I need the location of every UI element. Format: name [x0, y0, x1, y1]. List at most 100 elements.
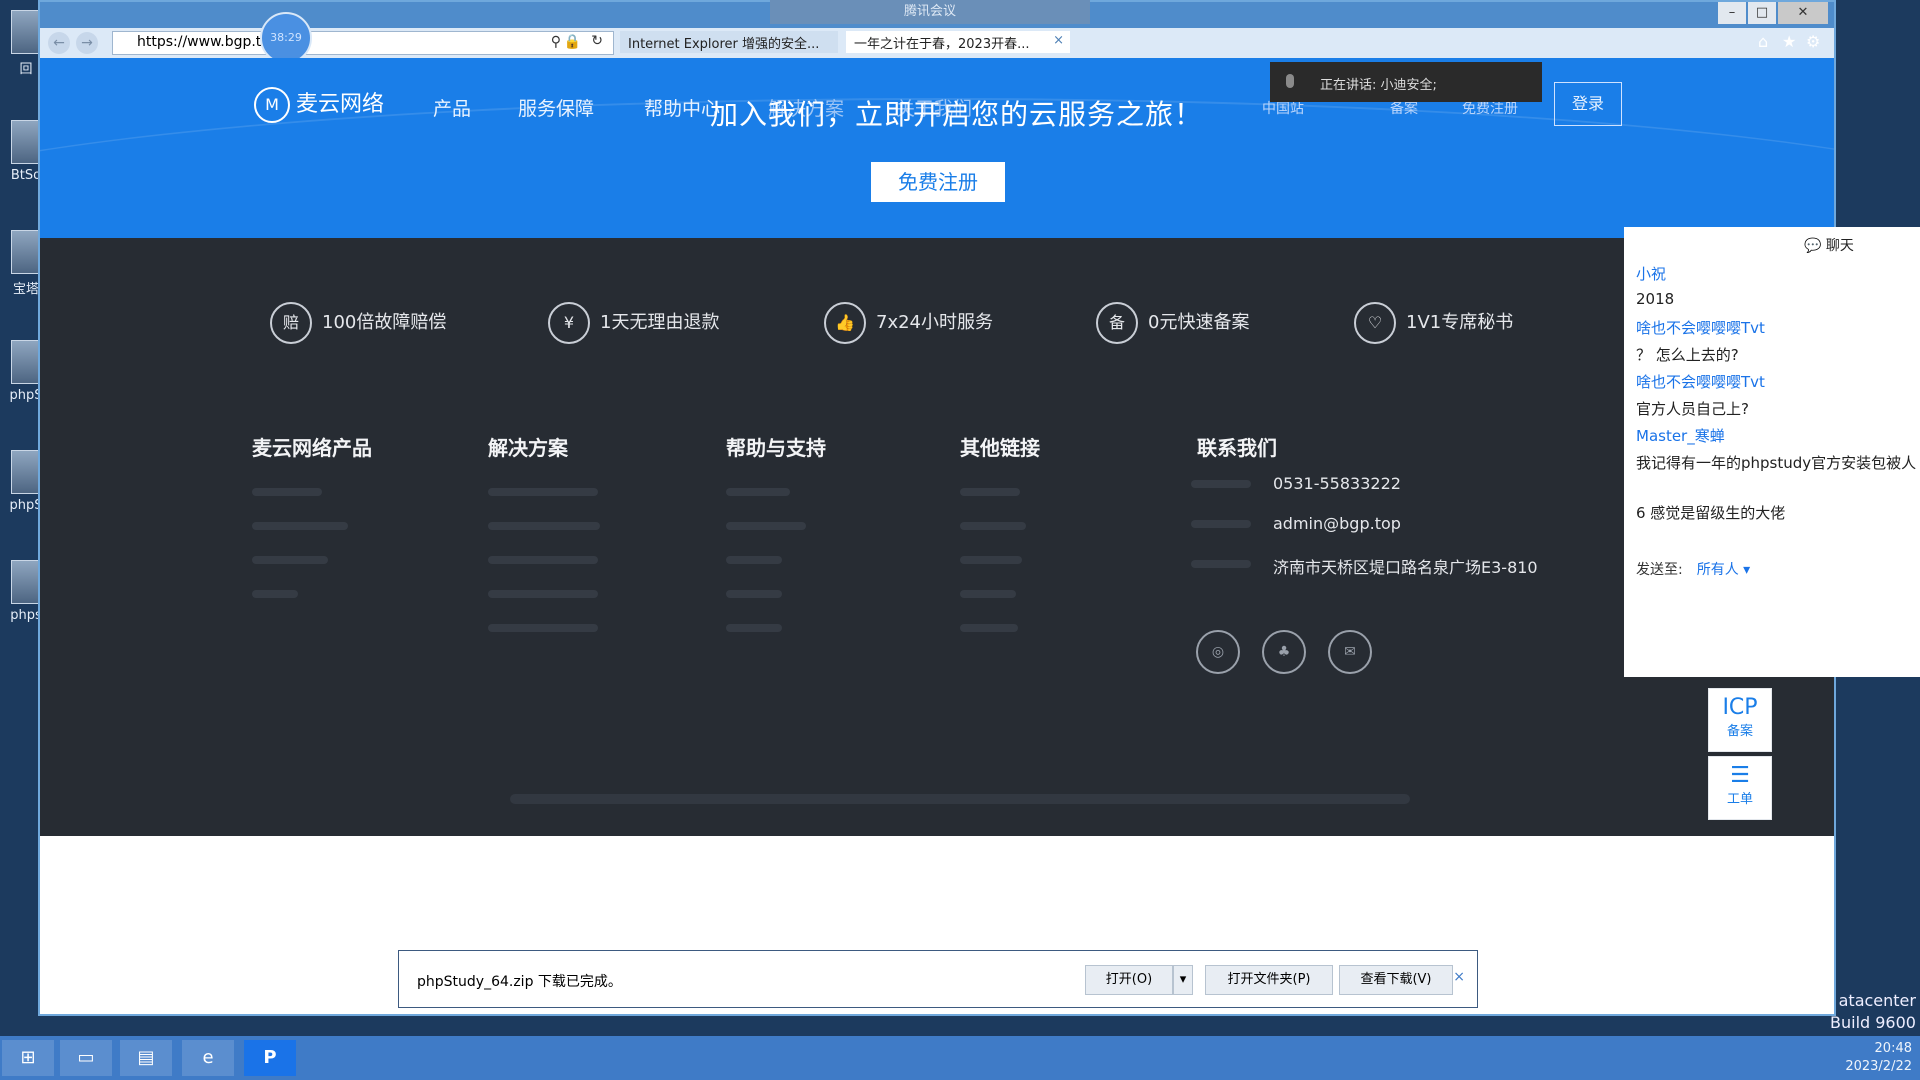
footer-link[interactable] [252, 488, 322, 496]
side-label: 工单 [1726, 792, 1753, 807]
build-line: atacenter [1838, 991, 1916, 1010]
close-icon[interactable]: × [1453, 969, 1465, 985]
footer-link[interactable] [726, 624, 782, 632]
footer-link[interactable] [488, 556, 598, 564]
qq-icon[interactable]: ♣ [1262, 630, 1306, 674]
email-icon[interactable]: ✉ [1328, 630, 1372, 674]
footer-link[interactable] [252, 590, 298, 598]
send-to-select[interactable]: 所有人 [1697, 562, 1739, 578]
hero-banner: M 麦云网络 产品 服务保障 帮助中心 解决方案 关于我们 加入我们，立即开启您的… [40, 58, 1834, 342]
home-icon[interactable]: ⌂ [1758, 32, 1768, 51]
footer-link[interactable] [488, 522, 600, 530]
refresh-icon[interactable]: ↻ [591, 33, 603, 49]
send-to-label: 发送至: [1636, 562, 1683, 578]
footer-link[interactable] [488, 624, 598, 632]
download-message: phpStudy_64.zip 下载已完成。 [417, 974, 622, 990]
footer-link[interactable] [960, 522, 1026, 530]
footer-link[interactable] [252, 522, 348, 530]
copyright-line [510, 794, 1410, 804]
desktop-icon-label: 宝塔 [12, 282, 39, 297]
gear-icon[interactable]: ⚙ [1806, 32, 1820, 51]
feature-item: 赔 100倍故障赔偿 [270, 302, 446, 344]
speaking-indicator: 正在讲话: 小迪安全; [1270, 62, 1542, 102]
back-icon[interactable]: ← [48, 32, 70, 54]
contact-label [1191, 560, 1251, 568]
build-line: Build 9600 [1830, 1013, 1916, 1032]
file-icon [11, 230, 41, 274]
maximize-button[interactable]: □ [1748, 2, 1776, 24]
chevron-down-icon[interactable]: ▾ [1743, 562, 1750, 578]
url-text: https://www.bgp.to [137, 34, 270, 50]
start-icon[interactable]: ⊞ [2, 1040, 54, 1076]
star-icon[interactable]: ★ [1782, 32, 1796, 51]
file-icon [11, 560, 41, 604]
footer-link[interactable] [960, 590, 1016, 598]
nav-products[interactable]: 产品 [433, 94, 471, 121]
tab-ie-security[interactable]: Internet Explorer 增强的安全... [620, 31, 838, 53]
search-icon[interactable]: ⚲ [551, 34, 561, 50]
tab-active[interactable]: 一年之计在于春，2023开春... × [846, 31, 1070, 53]
microphone-icon [1286, 74, 1294, 88]
footer-link[interactable] [726, 488, 790, 496]
folder-icon[interactable]: ▤ [120, 1040, 172, 1076]
open-folder-button[interactable]: 打开文件夹(P) [1205, 965, 1333, 995]
system-clock[interactable]: 20:48 2023/2/22 [1845, 1040, 1912, 1076]
footer-link[interactable] [726, 522, 806, 530]
address-value: 济南市天桥区堤口路名泉广场E3-810 [1273, 558, 1538, 577]
send-to: 发送至: 所有人 ▾ [1636, 559, 1750, 579]
contact-label [1191, 480, 1251, 488]
phpstudy-icon[interactable]: P [244, 1040, 296, 1076]
desktop-icon-label: BtSo [10, 168, 42, 183]
shield-icon: ICP [1722, 695, 1758, 720]
footer-link[interactable] [960, 488, 1020, 496]
chat-sender: 啥也不会嘤嘤嘤Tvt [1636, 319, 1765, 337]
file-icon [11, 450, 41, 494]
tab-label: Internet Explorer 增强的安全... [628, 37, 820, 52]
close-icon[interactable]: × [1053, 33, 1064, 48]
thumbs-up-icon: 👍 [824, 302, 866, 344]
chat-message: ？ 怎么上去的? [1636, 346, 1739, 364]
chevron-down-icon[interactable]: ▾ [1173, 965, 1193, 995]
minimize-button[interactable]: – [1718, 2, 1746, 24]
chat-message: 2018 [1636, 290, 1675, 308]
feature-label: 7x24小时服务 [876, 312, 994, 333]
contact-email: admin@bgp.top [1191, 514, 1401, 533]
site-logo[interactable]: M 麦云网络 [254, 86, 384, 123]
beian-button[interactable]: ICP 备案 [1708, 688, 1772, 752]
footer-link[interactable] [488, 590, 598, 598]
meeting-bar[interactable]: 腾讯会议 [770, 0, 1090, 24]
url-input[interactable]: https://www.bgp.to ⚲ 🔒 ↻ [112, 31, 614, 55]
footer-link[interactable] [488, 488, 598, 496]
computer-icon[interactable]: ▭ [60, 1040, 112, 1076]
login-button[interactable]: 登录 [1554, 82, 1622, 126]
nav-help[interactable]: 帮助中心 [644, 94, 720, 121]
footer-link[interactable] [726, 556, 782, 564]
ie-icon[interactable]: e [182, 1040, 234, 1076]
speaking-text: 正在讲话: 小迪安全; [1320, 78, 1437, 93]
ticket-button[interactable]: ☰ 工单 [1708, 756, 1772, 820]
footer-link[interactable] [960, 624, 1018, 632]
footer-section: 赔 100倍故障赔偿 ¥1天无理由退款 👍 7x24小时服务 备 0元快速备案 ♡ 1V… [40, 238, 1834, 836]
footer-link[interactable] [960, 556, 1022, 564]
date: 2023/2/22 [1845, 1059, 1912, 1074]
chat-header: 💬 聊天 [1804, 235, 1854, 255]
feature-label: 1V1专席秘书 [1406, 312, 1514, 333]
chat-message: 我记得有一年的phpstudy官方安装包被人 [1636, 454, 1917, 472]
logo-text: 麦云网络 [296, 92, 385, 117]
chat-message: 6 感觉是留级生的大佬 [1636, 504, 1786, 522]
close-window-button[interactable]: ✕ [1778, 2, 1828, 24]
wechat-icon[interactable]: ◎ [1196, 630, 1240, 674]
file-icon [11, 340, 41, 384]
meeting-label: 腾讯会议 [903, 4, 956, 19]
feature-item: 👍 7x24小时服务 [824, 302, 993, 344]
forward-icon[interactable]: → [76, 32, 98, 54]
footer-link[interactable] [726, 590, 782, 598]
open-button[interactable]: 打开(O) [1085, 965, 1173, 995]
view-downloads-button[interactable]: 查看下载(V) [1339, 965, 1453, 995]
nav-service[interactable]: 服务保障 [518, 94, 594, 121]
footer-link[interactable] [252, 556, 328, 564]
feature-label: 100倍故障赔偿 [322, 312, 447, 333]
chat-sender: 啥也不会嘤嘤嘤Tvt [1636, 373, 1765, 391]
register-button[interactable]: 免费注册 [871, 162, 1005, 202]
download-bar: phpStudy_64.zip 下载已完成。 打开(O) ▾ 打开文件夹(P) … [398, 950, 1478, 1008]
